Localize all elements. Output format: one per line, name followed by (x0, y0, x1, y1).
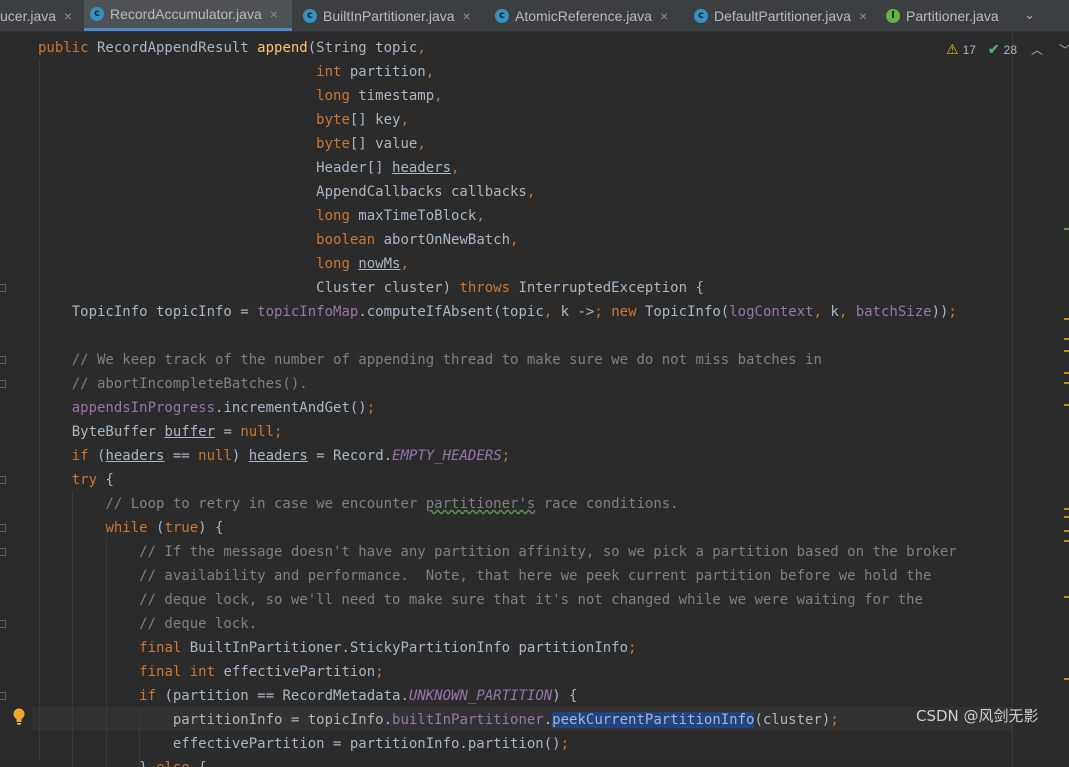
code-line[interactable]: byte[] value, (38, 132, 426, 156)
error-stripe-marker[interactable] (1064, 678, 1069, 680)
class-locked-icon: c (495, 8, 509, 23)
code-line[interactable]: // We keep track of the number of append… (38, 348, 822, 372)
error-stripe-marker[interactable] (1064, 508, 1069, 510)
code-line[interactable]: AppendCallbacks callbacks, (38, 180, 535, 204)
close-icon[interactable]: × (270, 6, 278, 22)
fold-marker[interactable] (0, 524, 6, 532)
fold-marker[interactable] (0, 356, 6, 364)
code-line[interactable]: boolean abortOnNewBatch, (38, 228, 518, 252)
code-line[interactable]: final int effectivePartition; (38, 660, 383, 684)
fold-marker[interactable] (0, 380, 6, 388)
chevron-down-icon[interactable]: ⌄ (1024, 0, 1035, 31)
close-icon[interactable]: × (660, 8, 668, 24)
chevron-up-icon[interactable]: ︿ (1031, 41, 1043, 58)
code-line[interactable]: // availability and performance. Note, t… (38, 564, 931, 588)
tab-atomic-reference[interactable]: c AtomicReference.java × (487, 0, 682, 31)
code-line[interactable]: long timestamp, (38, 84, 442, 108)
code-line[interactable]: // If the message doesn't have any parti… (38, 540, 957, 564)
fold-marker[interactable] (0, 692, 6, 700)
error-stripe-marker[interactable] (1064, 382, 1069, 384)
code-line[interactable]: final BuiltInPartitioner.StickyPartition… (38, 636, 636, 660)
ok-count: 28 (1003, 42, 1018, 57)
warning-count: 17 (962, 42, 976, 57)
code-line[interactable]: while (true) { (38, 516, 223, 540)
close-icon[interactable]: × (859, 8, 867, 24)
code-line[interactable]: byte[] key, (38, 108, 409, 132)
error-stripe-marker[interactable] (1064, 372, 1069, 374)
tab-label: RecordAccumulator.java (110, 6, 262, 22)
code-line[interactable]: partitionInfo = topicInfo.builtInPartiti… (38, 708, 839, 732)
code-line[interactable]: long maxTimeToBlock, (38, 204, 485, 228)
warning-icon: ⚠ (946, 41, 959, 57)
tab-label: Partitioner.java (906, 7, 999, 24)
fold-marker[interactable] (0, 284, 6, 292)
error-stripe-marker[interactable] (1064, 350, 1069, 352)
error-stripe-marker[interactable] (1064, 530, 1069, 532)
code-line[interactable]: ByteBuffer buffer = null; (38, 420, 283, 444)
error-stripe-marker[interactable] (1064, 338, 1069, 340)
code-line[interactable]: // abortIncompleteBatches(). (38, 372, 308, 396)
editor-tab-bar: ucer.java × c RecordAccumulator.java × c… (0, 0, 1069, 32)
code-line[interactable]: int partition, (38, 60, 434, 84)
checkmark-icon: ✔ (987, 41, 1000, 57)
close-icon[interactable]: × (64, 8, 72, 24)
right-margin-guide (1012, 32, 1013, 767)
code-line[interactable]: if (partition == RecordMetadata.UNKNOWN_… (38, 684, 577, 708)
tab-partitioner[interactable]: I Partitioner.java (878, 0, 1008, 31)
code-line[interactable]: TopicInfo topicInfo = topicInfoMap.compu… (38, 300, 957, 324)
error-stripe-marker[interactable] (1064, 540, 1069, 542)
tab-label: DefaultPartitioner.java (714, 7, 851, 24)
tab-label: AtomicReference.java (515, 7, 652, 24)
inspection-widget[interactable]: ⚠ 17 ✔ 28 ︿ ﹀ (946, 41, 1069, 58)
fold-marker[interactable] (0, 476, 6, 484)
code-line[interactable]: Cluster cluster) throws InterruptedExcep… (38, 276, 704, 300)
class-icon: c (303, 8, 317, 23)
line-gutter[interactable] (0, 32, 32, 767)
interface-icon: I (886, 8, 900, 23)
code-line[interactable]: // Loop to retry in case we encounter pa… (38, 492, 678, 516)
code-line[interactable]: // deque lock. (38, 612, 257, 636)
lightbulb-icon[interactable] (12, 708, 26, 726)
tab-builtin-partitioner[interactable]: c BuiltInPartitioner.java × (295, 0, 487, 31)
error-stripe-marker[interactable] (1064, 516, 1069, 518)
tab-record-accumulator[interactable]: c RecordAccumulator.java × (84, 0, 292, 31)
class-icon: c (90, 7, 104, 21)
code-line[interactable]: } else { (38, 756, 206, 767)
chevron-down-icon[interactable]: ﹀ (1059, 41, 1069, 58)
tab-label: BuiltInPartitioner.java (323, 7, 455, 24)
code-line[interactable]: effectivePartition = partitionInfo.parti… (38, 732, 569, 756)
tab-label: ucer.java (0, 7, 57, 24)
close-icon[interactable]: × (463, 8, 471, 24)
code-line[interactable]: // deque lock, so we'll need to make sur… (38, 588, 923, 612)
error-stripe-marker[interactable] (1064, 596, 1069, 598)
tab-producer[interactable]: ucer.java × (0, 0, 84, 31)
code-line[interactable]: Header[] headers, (38, 156, 459, 180)
code-line[interactable]: try { (38, 468, 114, 492)
error-stripe-marker[interactable] (1064, 228, 1069, 230)
error-stripe-marker[interactable] (1064, 404, 1069, 406)
fold-marker[interactable] (0, 548, 6, 556)
code-line[interactable]: public RecordAppendResult append(String … (38, 36, 426, 60)
csdn-watermark: CSDN @风剑无影 (916, 707, 1039, 725)
code-editor[interactable]: ⚠ 17 ✔ 28 ︿ ﹀ public RecordAppendResult … (0, 32, 1069, 767)
class-icon: c (694, 8, 708, 23)
error-stripe-marker[interactable] (1064, 318, 1069, 320)
code-line[interactable]: long nowMs, (38, 252, 409, 276)
code-line[interactable]: appendsInProgress.incrementAndGet(); (38, 396, 375, 420)
code-line[interactable]: if (headers == null) headers = Record.EM… (38, 444, 510, 468)
fold-marker[interactable] (0, 620, 6, 628)
tab-default-partitioner[interactable]: c DefaultPartitioner.java × (682, 0, 878, 31)
